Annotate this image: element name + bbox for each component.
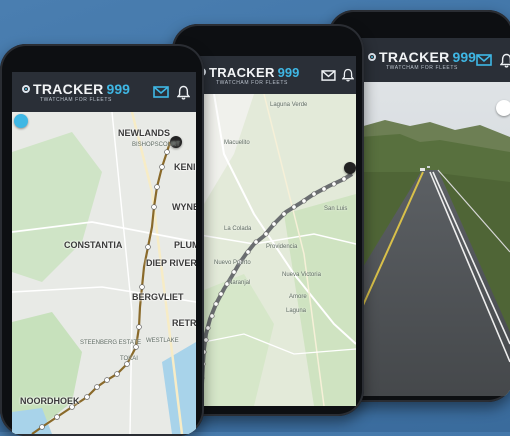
tracker-logo-icon [368, 53, 376, 61]
map-small-label: BISHOPSCOURT [132, 142, 180, 148]
brand-tagline: TWATCHAM FOR FLEETS [40, 97, 112, 103]
bell-icon[interactable] [177, 85, 190, 100]
phone1-screen: TRACKER 999 TWATCHAM FOR FLEETS NEWLANDS… [12, 72, 196, 434]
map-label: Naranjal [228, 280, 251, 286]
street-view-control-button[interactable] [496, 100, 510, 116]
map-label: WYNBERG [172, 202, 196, 212]
brand-tagline: TWATCHAM FOR FLEETS [386, 65, 458, 71]
bell-icon[interactable] [499, 53, 510, 68]
map-label: Macuelito [224, 140, 250, 146]
brand-logo: TRACKER 999 TWATCHAM FOR FLEETS [198, 65, 299, 86]
map-label: Laguna [286, 308, 307, 314]
route-label: Nuevo Puerto [214, 260, 251, 266]
map-label: CONSTANTIA [64, 240, 123, 250]
brand-name: TRACKER [379, 49, 450, 65]
layers-button[interactable] [14, 114, 28, 128]
brand-name: TRACKER [33, 81, 104, 97]
mail-icon[interactable] [321, 69, 336, 81]
map-label: Amore [289, 294, 307, 300]
brand-number: 999 [277, 64, 300, 80]
brand-number: 999 [106, 81, 130, 97]
app-header: TRACKER 999 TWATCHAM FOR FLEETS [194, 56, 356, 94]
street-view-scene [360, 82, 510, 396]
map-label: Laguna Verde [270, 102, 308, 108]
brand-logo: TRACKER 999 TWATCHAM FOR FLEETS [22, 81, 130, 103]
tracker-logo-icon [22, 85, 30, 93]
map-small-label: WESTLAKE [146, 338, 179, 344]
tracking-map-graphic [12, 112, 196, 434]
map-small-label: STEENBERG ESTATE [80, 340, 142, 346]
map-label: RETREAT [172, 318, 196, 328]
header-icons [321, 68, 356, 82]
map-label: San Luis [324, 206, 348, 212]
app-header: TRACKER 999 TWATCHAM FOR FLEETS [360, 38, 510, 82]
mail-icon[interactable] [476, 54, 492, 66]
map-small-label: TOKAI [120, 356, 138, 362]
map-label: DIEP RIVER [146, 258, 196, 268]
bell-icon[interactable] [342, 68, 354, 82]
map-label: BERGVLIET [132, 292, 184, 302]
tracking-map[interactable]: NEWLANDS KENILWORTH WYNBERG CONSTANTIA P… [12, 112, 196, 434]
map-label: NEWLANDS [118, 128, 170, 138]
map-label: PLUMSTEAD [174, 240, 196, 250]
header-icons [476, 53, 510, 68]
route-map-graphic [194, 94, 356, 406]
phone2-screen: TRACKER 999 TWATCHAM FOR FLEETS Laguna V… [194, 56, 356, 406]
brand-logo: TRACKER 999 TWATCHAM FOR FLEETS [368, 49, 476, 71]
map-label: NOORDHOEK [20, 396, 80, 406]
mail-icon[interactable] [153, 86, 169, 98]
brand-number: 999 [452, 49, 476, 65]
route-label: La Colada [224, 226, 252, 232]
street-view-image [360, 82, 510, 396]
map-label: KENILWORTH [174, 162, 196, 172]
phone3-screen: TRACKER 999 TWATCHAM FOR FLEETS [360, 38, 510, 396]
brand-name: TRACKER [209, 64, 275, 80]
app-header: TRACKER 999 TWATCHAM FOR FLEETS [12, 72, 196, 112]
header-icons [153, 85, 196, 100]
phone-tracking-map: TRACKER 999 TWATCHAM FOR FLEETS NEWLANDS… [0, 44, 204, 436]
map-label: Providencia [266, 244, 298, 250]
route-map[interactable]: Laguna Verde Macuelito San Luis Providen… [194, 94, 356, 406]
brand-tagline: TWATCHAM FOR FLEETS [216, 79, 288, 86]
map-label: Nueva Victoria [282, 272, 321, 278]
map-zoom-button[interactable] [344, 162, 356, 174]
